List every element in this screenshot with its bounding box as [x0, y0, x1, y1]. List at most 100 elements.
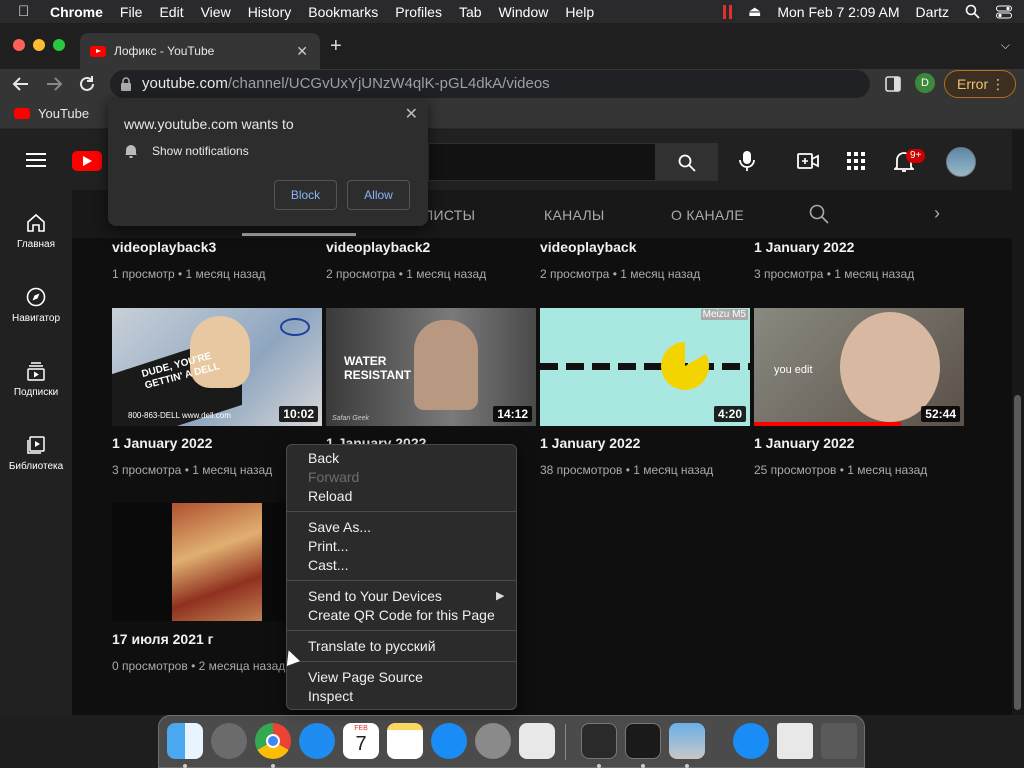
menu-item-view-source[interactable]: View Page Source	[308, 669, 508, 685]
menu-help[interactable]: Help	[565, 4, 594, 20]
apple-menu-icon[interactable]: 	[18, 3, 38, 20]
lock-icon[interactable]	[120, 77, 132, 91]
youtube-logo[interactable]	[72, 151, 102, 171]
menu-item-translate[interactable]: Translate to русский	[308, 638, 508, 654]
menu-item-create-qr-code[interactable]: Create QR Code for this Page	[308, 607, 508, 623]
error-button[interactable]: Error ⋮	[944, 70, 1016, 98]
hamburger-menu-icon[interactable]	[26, 153, 46, 167]
menu-view[interactable]: View	[201, 4, 231, 20]
thumbnail-subtext: 800-863-DELL www.dell.com	[128, 411, 231, 420]
menu-item-inspect[interactable]: Inspect	[308, 688, 508, 704]
calendar-icon[interactable]: FEB 7	[343, 723, 379, 759]
launchpad-icon[interactable]	[211, 723, 247, 759]
app-store-folder-icon[interactable]	[733, 723, 769, 759]
roblox-icon[interactable]	[519, 723, 555, 759]
running-indicator	[183, 764, 187, 768]
document-icon[interactable]	[777, 723, 813, 759]
back-arrow-icon[interactable]	[12, 76, 30, 92]
video-title[interactable]: 1 January 2022	[112, 435, 212, 451]
video-title[interactable]: 17 июля 2021 г	[112, 631, 214, 647]
account-avatar[interactable]	[946, 147, 976, 177]
spotlight-search-icon[interactable]	[965, 4, 980, 19]
menu-edit[interactable]: Edit	[159, 4, 183, 20]
browser-tab[interactable]: Лофикс - YouTube ✕	[80, 33, 320, 69]
video-thumbnail[interactable]: WATER RESISTANT Safari Geek 14:12	[326, 308, 536, 426]
menu-profiles[interactable]: Profiles	[395, 4, 442, 20]
video-duration: 14:12	[493, 406, 532, 422]
menubar-user[interactable]: Dartz	[916, 4, 949, 20]
app-store-icon[interactable]	[431, 723, 467, 759]
video-title[interactable]: videoplayback3	[112, 239, 216, 255]
tab-search-chevron-icon[interactable]: ⌵	[1001, 38, 1010, 53]
tabs-next-chevron-icon[interactable]: ›	[934, 203, 940, 224]
control-center-icon[interactable]	[996, 5, 1012, 19]
menu-item-save-as[interactable]: Save As...	[308, 519, 508, 535]
window-close-button[interactable]	[13, 39, 25, 51]
popup-close-icon[interactable]: ✕	[405, 104, 418, 124]
notification-permission-popup: www.youtube.com wants to ✕ Show notifica…	[108, 98, 428, 226]
apps-grid-icon[interactable]	[847, 152, 865, 170]
create-video-icon[interactable]	[797, 152, 819, 170]
menu-tab[interactable]: Tab	[459, 4, 482, 20]
sidebar-item-subscriptions[interactable]: Подписки	[0, 361, 72, 398]
microphone-icon[interactable]	[739, 150, 755, 172]
address-bar[interactable]: youtube.com/channel/UCGvUxYjUNzW4qlK-pGL…	[110, 70, 870, 98]
search-icon	[678, 154, 696, 172]
video-title[interactable]: 1 January 2022	[540, 435, 640, 451]
tab-playlists[interactable]: ЛИСТЫ	[424, 207, 475, 223]
menu-separator	[287, 630, 516, 631]
allow-button[interactable]: Allow	[347, 180, 410, 210]
menu-file[interactable]: File	[120, 4, 143, 20]
notes-icon[interactable]	[387, 723, 423, 759]
sidebar-item-explore[interactable]: Навигатор	[0, 287, 72, 324]
menu-item-print[interactable]: Print...	[308, 538, 508, 554]
channel-search-icon[interactable]	[809, 204, 829, 224]
bookmark-youtube[interactable]: YouTube	[14, 106, 89, 121]
reload-icon[interactable]	[78, 75, 96, 93]
video-thumbnail[interactable]: you edit 52:44	[754, 308, 964, 426]
menu-history[interactable]: History	[248, 4, 292, 20]
pacman-graphic	[661, 342, 709, 390]
tab-close-icon[interactable]: ✕	[296, 43, 308, 60]
terminal-icon[interactable]	[625, 723, 661, 759]
tab-channels[interactable]: КАНАЛЫ	[544, 207, 605, 223]
video-thumbnail[interactable]: Meizu M5 4:20	[540, 308, 750, 426]
window-zoom-button[interactable]	[53, 39, 65, 51]
trash-icon[interactable]	[821, 723, 857, 759]
window-minimize-button[interactable]	[33, 39, 45, 51]
menu-item-send-to-devices[interactable]: Send to Your Devices	[308, 588, 508, 604]
block-button[interactable]: Block	[274, 180, 337, 210]
eject-icon[interactable]: ⏏	[748, 3, 761, 20]
menu-window[interactable]: Window	[499, 4, 549, 20]
screen-recorder-icon[interactable]	[669, 723, 705, 759]
terminal-icon[interactable]	[581, 723, 617, 759]
profile-avatar[interactable]: D	[915, 73, 935, 93]
video-title[interactable]: videoplayback	[540, 239, 637, 255]
safari-icon[interactable]	[299, 723, 335, 759]
video-title[interactable]: videoplayback2	[326, 239, 430, 255]
side-panel-icon[interactable]	[885, 76, 901, 92]
sidebar-item-library[interactable]: Библиотека	[0, 435, 72, 472]
sidebar-item-home[interactable]: Главная	[0, 213, 72, 250]
menu-item-back[interactable]: Back	[308, 450, 508, 466]
thumbnail-subtext: Safari Geek	[332, 415, 369, 422]
system-preferences-icon[interactable]	[475, 723, 511, 759]
menu-item-reload[interactable]: Reload	[308, 488, 508, 504]
screen-recording-icon[interactable]	[723, 4, 733, 19]
menubar-datetime[interactable]: Mon Feb 7 2:09 AM	[777, 4, 899, 20]
page-scrollbar-thumb[interactable]	[1014, 395, 1021, 710]
youtube-search-button[interactable]	[655, 143, 718, 181]
video-title[interactable]: 1 January 2022	[754, 435, 854, 451]
video-title[interactable]: 1 January 2022	[754, 239, 854, 255]
new-tab-button[interactable]: +	[330, 35, 342, 58]
video-thumbnail[interactable]: DUDE, YOU'RE GETTIN' A DELL 800-863-DELL…	[112, 308, 322, 426]
finder-icon[interactable]	[167, 723, 203, 759]
tab-about[interactable]: О КАНАЛЕ	[671, 207, 744, 223]
menu-bookmarks[interactable]: Bookmarks	[308, 4, 378, 20]
forward-arrow-icon[interactable]	[45, 76, 63, 92]
chrome-icon[interactable]	[255, 723, 291, 759]
library-icon	[27, 436, 45, 454]
menu-item-cast[interactable]: Cast...	[308, 557, 508, 573]
youtube-search-input[interactable]	[428, 143, 656, 181]
menu-app-chrome[interactable]: Chrome	[50, 4, 103, 20]
